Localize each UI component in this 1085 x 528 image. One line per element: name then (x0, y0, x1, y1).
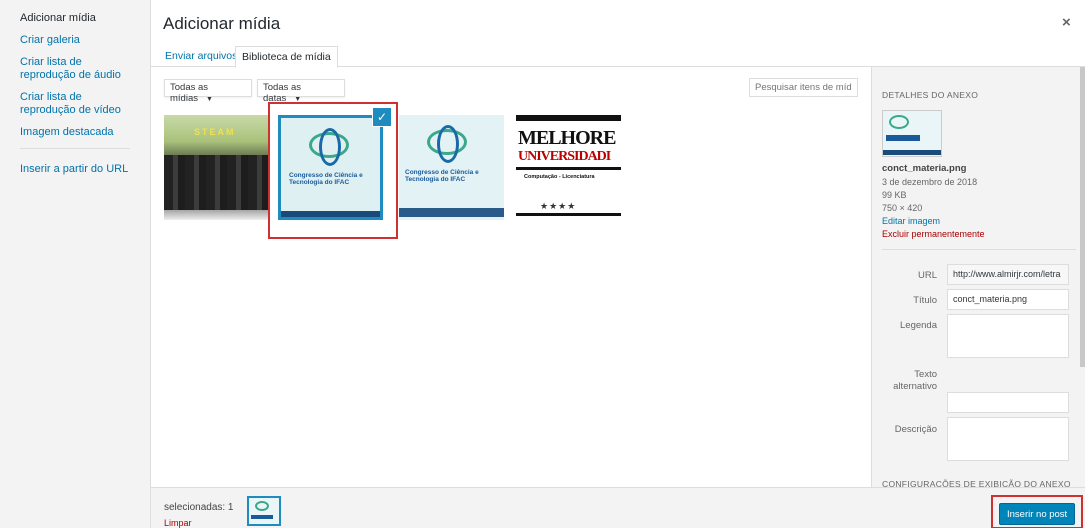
search-input[interactable] (749, 78, 858, 97)
description-label: Descrição (894, 424, 937, 435)
thumbnail-heading: MELHORE (518, 127, 616, 149)
attachment-preview (882, 110, 942, 157)
media-toolbar-footer: selecionadas: 1 Limpar Inserir no post (151, 487, 1085, 528)
preview-title-bar (886, 135, 920, 141)
thumbnail-divider (516, 213, 621, 216)
star-icons: ★★★★ (540, 201, 577, 211)
menu-item-audio-playlist[interactable]: Criar lista de reprodução de áudio (0, 56, 150, 82)
media-toolbar: Todas as mídias ▼ Todas as datas ▼ (151, 67, 871, 107)
chevron-down-icon: ▼ (205, 96, 213, 103)
tab-media-library[interactable]: Biblioteca de mídia (235, 46, 338, 68)
congress-logo (889, 115, 909, 129)
congress-logo-ring (437, 125, 459, 163)
attachment-thumbnail[interactable]: Congresso de Ciência e Tecnologia do IFA… (399, 115, 504, 220)
thumbnail-caption: Congresso de Ciência e Tecnologia do IFA… (405, 169, 479, 183)
insert-button-highlight: Inserir no post (991, 495, 1083, 528)
thumbnail-footer-bar (399, 208, 504, 217)
filter-date-select[interactable]: Todas as datas ▼ (257, 79, 345, 104)
url-label: URL (917, 270, 937, 281)
media-modal: Adicionar mídia Criar galeria Criar list… (0, 0, 1085, 528)
thumbnail-course: Computação - Licenciatura (524, 174, 595, 180)
title-field[interactable]: conct_materia.png (947, 289, 1069, 310)
thumbnail-caption: STEAM (194, 127, 236, 137)
attachment-thumbnail-selected[interactable]: Congresso de Ciência e Tecnologia do IFA… (278, 115, 383, 220)
thumbnail-subheading: UNIVERSIDADI (518, 149, 611, 164)
selected-attachment-mini-thumbnail[interactable] (247, 496, 281, 526)
delete-permanently-link[interactable]: Excluir permanentemente (882, 229, 985, 239)
title-label: Título (913, 295, 937, 306)
sidebar-scrollbar[interactable] (1080, 67, 1085, 367)
attachment-date: 3 de dezembro de 2018 (882, 177, 978, 187)
attachment-details-sidebar: DETALHES DO ANEXO conct_materia.png 3 de… (871, 67, 1085, 487)
close-icon[interactable]: × (1062, 14, 1071, 31)
details-divider (882, 249, 1076, 250)
modal-title: Adicionar mídia (163, 14, 281, 33)
tab-upload-files[interactable]: Enviar arquivos (159, 46, 243, 67)
thumbnail-footer-bar (281, 211, 380, 217)
router-tabs: Enviar arquivos Biblioteca de mídia (151, 42, 1085, 68)
mini-title-bar (251, 515, 273, 519)
preview-footer-bar (883, 150, 941, 155)
menu-item-insert-from-url[interactable]: Inserir a partir do URL (0, 163, 150, 176)
attachment-thumbnail[interactable]: MELHORE UNIVERSIDADI Computação - Licenc… (516, 115, 621, 220)
filter-type-select[interactable]: Todas as mídias ▼ (164, 79, 252, 104)
thumbnail-divider (516, 167, 621, 170)
thumbnail-top-bar (516, 115, 621, 121)
menu-item-create-gallery[interactable]: Criar galeria (0, 34, 150, 47)
congress-logo-ring (319, 128, 341, 166)
url-field[interactable]: http://www.almirjr.com/letra (947, 264, 1069, 285)
details-heading: DETALHES DO ANEXO (882, 90, 979, 100)
alt-text-field[interactable] (947, 392, 1069, 413)
media-menu: Adicionar mídia Criar galeria Criar list… (0, 0, 151, 528)
clear-selection-link[interactable]: Limpar (164, 518, 192, 528)
insert-into-post-button[interactable]: Inserir no post (999, 503, 1076, 525)
caption-label: Legenda (900, 320, 937, 331)
alt-text-label: Texto alternativo (893, 369, 937, 392)
edit-image-link[interactable]: Editar imagem (882, 216, 940, 226)
menu-separator (20, 148, 130, 149)
display-settings-heading: CONFIGURAÇÕES DE EXIBIÇÃO DO ANEXO (882, 479, 1071, 487)
description-textarea[interactable] (947, 417, 1069, 461)
attachment-filesize: 99 KB (882, 190, 907, 200)
attachment-thumbnail[interactable]: STEAM (164, 115, 269, 220)
menu-item-video-playlist[interactable]: Criar lista de reprodução de vídeo (0, 91, 150, 117)
attachment-dimensions: 750 × 420 (882, 203, 923, 213)
thumbnail-caption: Congresso de Ciência e Tecnologia do IFA… (289, 172, 363, 186)
checkmark-icon[interactable]: ✓ (373, 108, 391, 126)
filter-type-value: Todas as mídias (170, 82, 209, 104)
caption-textarea[interactable] (947, 314, 1069, 358)
selection-count: selecionadas: 1 (164, 502, 234, 513)
menu-item-add-media[interactable]: Adicionar mídia (0, 12, 150, 25)
attachment-filename: conct_materia.png (882, 163, 967, 174)
group-photo (164, 155, 269, 210)
menu-item-featured-image[interactable]: Imagem destacada (0, 126, 150, 139)
congress-logo (255, 501, 269, 511)
